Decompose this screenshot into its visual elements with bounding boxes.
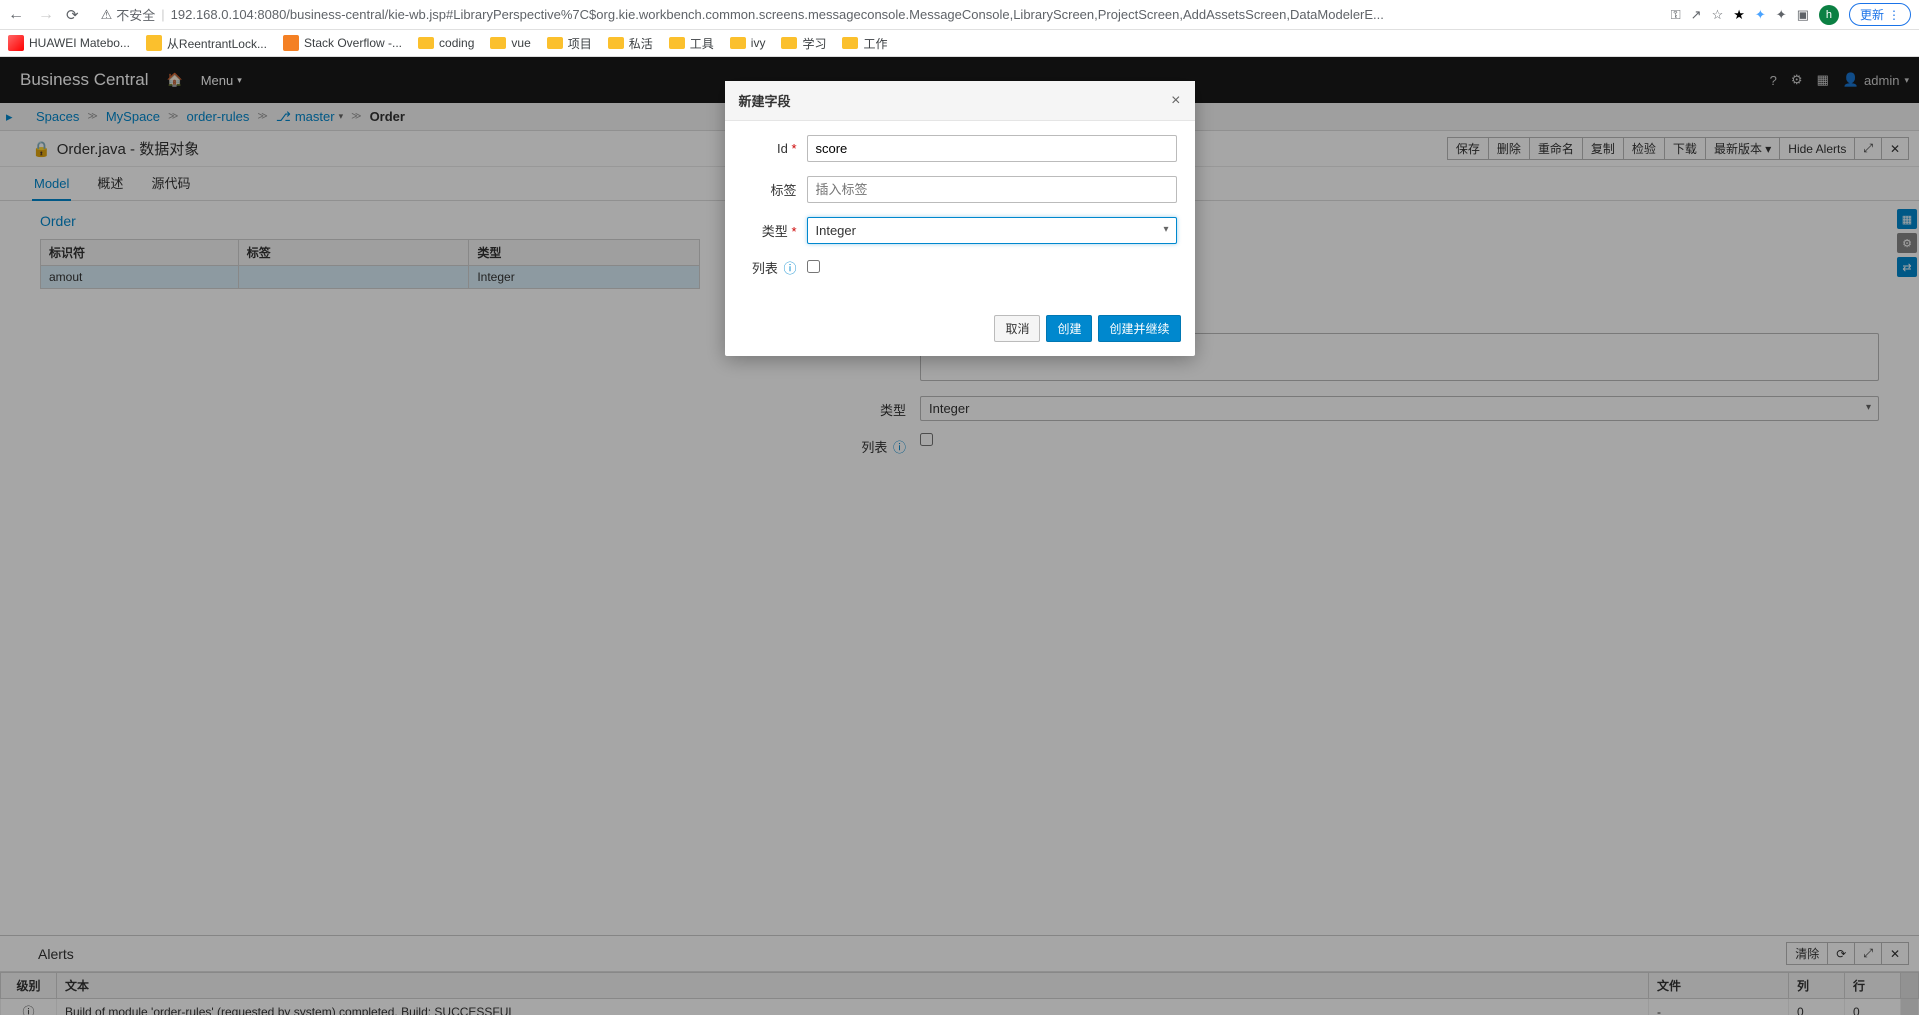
folder-icon — [608, 37, 624, 49]
bookmark-label: ivy — [751, 36, 766, 50]
bookmarks-bar: HUAWEI Matebo... 从ReentrantLock... Stack O… — [0, 30, 1919, 57]
bookmark-label: 学习 — [802, 35, 826, 52]
forward-button[interactable]: → — [38, 6, 54, 24]
bookmark-label: 工作 — [863, 35, 887, 52]
security-badge: ⚠ 不安全 — [101, 5, 156, 24]
back-button[interactable]: ← — [8, 6, 24, 24]
folder-icon — [547, 37, 563, 49]
star-outline-icon[interactable]: ☆ — [1712, 7, 1724, 23]
cancel-button[interactable]: 取消 — [994, 315, 1040, 342]
site-icon — [146, 35, 162, 51]
bookmark-item[interactable]: coding — [418, 36, 474, 50]
url-bar[interactable]: ⚠ 不安全 | 192.168.0.104:8080/business-cent… — [91, 5, 1659, 24]
reload-button[interactable]: ⟳ — [66, 6, 79, 24]
type-select[interactable] — [807, 217, 1177, 244]
bookmark-label: HUAWEI Matebo... — [29, 36, 130, 50]
bookmark-item[interactable]: 学习 — [781, 35, 826, 52]
bookmark-item[interactable]: Stack Overflow -... — [283, 35, 402, 51]
url-text: 192.168.0.104:8080/business-central/kie-… — [171, 7, 1384, 22]
modal-list-label: 列表 — [752, 261, 778, 276]
create-button[interactable]: 创建 — [1046, 315, 1092, 342]
create-continue-button[interactable]: 创建并继续 — [1098, 315, 1180, 342]
security-text: 不安全 — [116, 5, 155, 24]
key-icon[interactable]: ⚿ — [1671, 7, 1681, 23]
modal-type-label: 类型 — [762, 224, 788, 239]
folder-icon — [669, 37, 685, 49]
bookmark-label: Stack Overflow -... — [304, 36, 402, 50]
label-label: 标签 — [743, 180, 807, 199]
bookmark-item[interactable]: 工具 — [669, 35, 714, 52]
folder-icon — [490, 37, 506, 49]
extensions-icon[interactable]: ✦ — [1776, 7, 1787, 23]
browser-toolbar: ← → ⟳ ⚠ 不安全 | 192.168.0.104:8080/busines… — [0, 0, 1919, 30]
share-icon[interactable]: ↗ — [1691, 7, 1702, 23]
folder-icon — [730, 37, 746, 49]
warning-icon: ⚠ — [101, 7, 113, 23]
bookmark-item[interactable]: 项目 — [547, 35, 592, 52]
list-checkbox[interactable] — [807, 260, 820, 273]
folder-icon — [418, 37, 434, 49]
bookmark-label: 工具 — [690, 35, 714, 52]
window-icon[interactable]: ▣ — [1797, 7, 1809, 23]
bookmark-label: vue — [511, 36, 530, 50]
plugin-icon[interactable]: ✦ — [1755, 7, 1766, 23]
bookmark-item[interactable]: 私活 — [608, 35, 653, 52]
bookmark-item[interactable]: 从ReentrantLock... — [146, 35, 267, 52]
folder-icon — [781, 37, 797, 49]
id-input[interactable] — [807, 135, 1177, 162]
update-button[interactable]: 更新⋮ — [1849, 3, 1911, 26]
bookmark-item[interactable]: vue — [490, 36, 530, 50]
bookmark-label: 私活 — [629, 35, 653, 52]
bookmark-label: 从ReentrantLock... — [167, 35, 267, 52]
profile-avatar[interactable]: h — [1819, 5, 1839, 25]
bookmark-item[interactable]: ivy — [730, 36, 766, 50]
modal-overlay: 新建字段 × Id * 标签 类型 * 列表 ⓘ — [0, 57, 1919, 1015]
label-input[interactable] — [807, 176, 1177, 203]
site-icon — [283, 35, 299, 51]
bookmark-item[interactable]: HUAWEI Matebo... — [8, 35, 130, 51]
site-icon — [8, 35, 24, 51]
bookmark-label: coding — [439, 36, 474, 50]
id-label: Id — [777, 141, 788, 156]
new-field-modal: 新建字段 × Id * 标签 类型 * 列表 ⓘ — [725, 81, 1195, 356]
info-icon[interactable]: ⓘ — [783, 261, 796, 276]
bookmark-label: 项目 — [568, 35, 592, 52]
modal-title: 新建字段 — [739, 91, 791, 110]
close-icon[interactable]: × — [1171, 92, 1180, 110]
bookmark-item[interactable]: 工作 — [842, 35, 887, 52]
folder-icon — [842, 37, 858, 49]
star-icon[interactable]: ★ — [1733, 7, 1745, 23]
